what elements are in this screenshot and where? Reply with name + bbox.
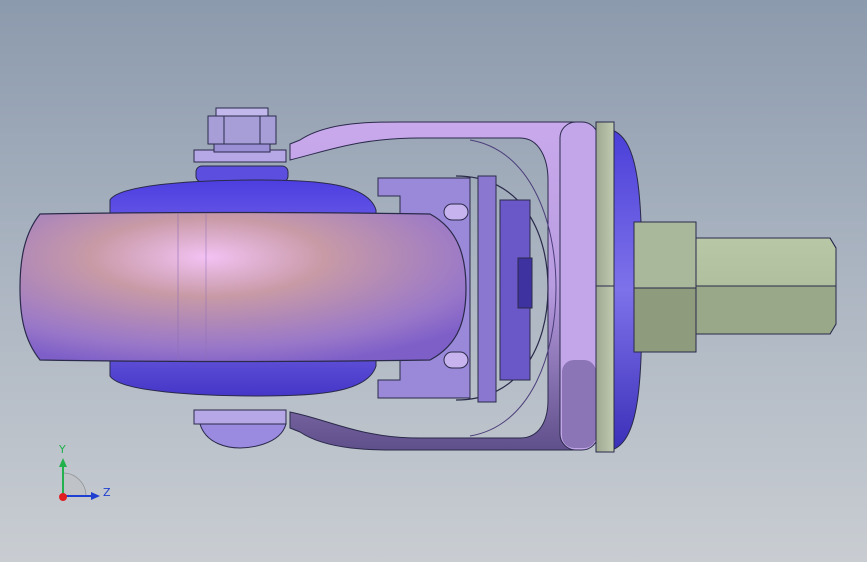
mounting-plate <box>595 121 615 453</box>
z-axis-label: Z <box>103 486 111 499</box>
axis-triad: Y Z <box>48 440 118 510</box>
triad-plane-indicator <box>62 472 87 497</box>
z-axis-arrowhead <box>91 492 100 500</box>
wheel-tread <box>19 211 467 363</box>
caster-wheel-model[interactable] <box>0 0 867 562</box>
cad-viewport[interactable]: Y Z <box>0 0 867 562</box>
y-axis-arrowhead <box>59 458 67 467</box>
x-axis-dot <box>59 493 67 501</box>
threaded-stem <box>633 221 837 353</box>
y-axis-label: Y <box>59 443 66 456</box>
axle-bolt-top <box>193 107 289 183</box>
axle-bolt-bottom <box>193 409 287 449</box>
